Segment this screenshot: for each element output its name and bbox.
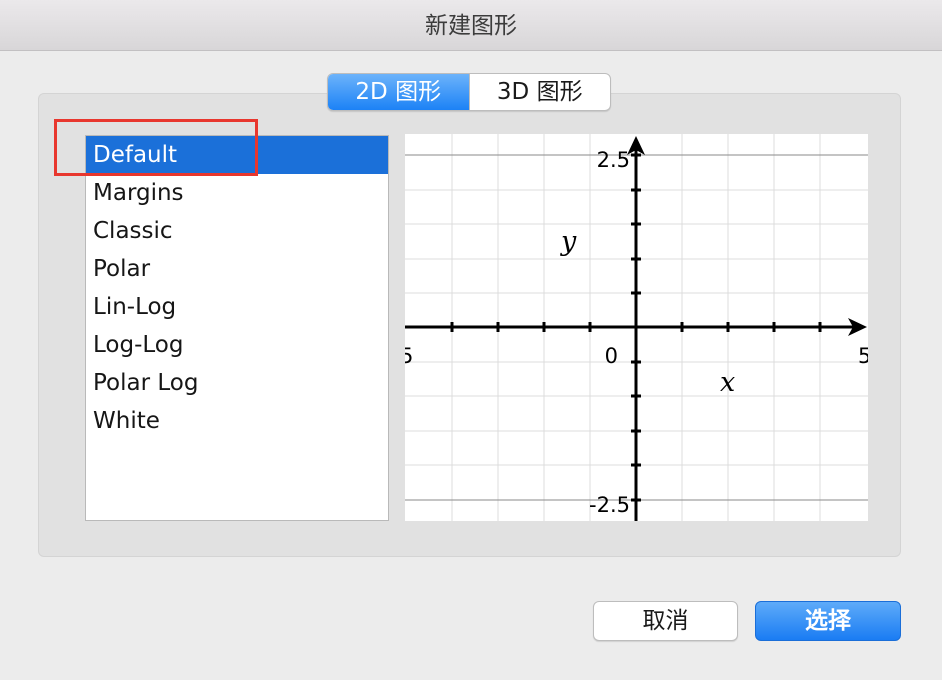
- graph-preview-canvas: 2.5 -2.5 5 0 5 y x: [405, 134, 868, 521]
- x-axis-name: x: [720, 367, 735, 398]
- preview-axes: [405, 136, 867, 521]
- y-axis-bottom-label: -2.5: [589, 493, 630, 517]
- x-axis-origin-label: 0: [605, 344, 618, 368]
- list-item-polar-log[interactable]: Polar Log: [86, 364, 388, 402]
- tab-2d-graph[interactable]: 2D 图形: [328, 74, 469, 110]
- y-axis-top-label: 2.5: [597, 148, 630, 172]
- window-title: 新建图形: [0, 0, 942, 51]
- dimension-segmented-control: 2D 图形 3D 图形: [327, 73, 611, 111]
- annotation-highlight-box: [54, 119, 258, 176]
- x-axis-left-label: 5: [405, 344, 413, 368]
- graph-preview: 2.5 -2.5 5 0 5 y x: [405, 134, 868, 521]
- list-item-classic[interactable]: Classic: [86, 212, 388, 250]
- y-axis-name: y: [560, 226, 577, 257]
- template-list[interactable]: Default Margins Classic Polar Lin-Log Lo…: [85, 135, 389, 521]
- list-item-margins[interactable]: Margins: [86, 174, 388, 212]
- tab-3d-graph[interactable]: 3D 图形: [470, 74, 611, 110]
- list-item-polar[interactable]: Polar: [86, 250, 388, 288]
- cancel-button[interactable]: 取消: [593, 601, 738, 641]
- choose-button[interactable]: 选择: [755, 601, 901, 641]
- list-item-white[interactable]: White: [86, 402, 388, 440]
- x-axis-right-label: 5: [858, 344, 868, 368]
- list-item-log-log[interactable]: Log-Log: [86, 326, 388, 364]
- list-item-lin-log[interactable]: Lin-Log: [86, 288, 388, 326]
